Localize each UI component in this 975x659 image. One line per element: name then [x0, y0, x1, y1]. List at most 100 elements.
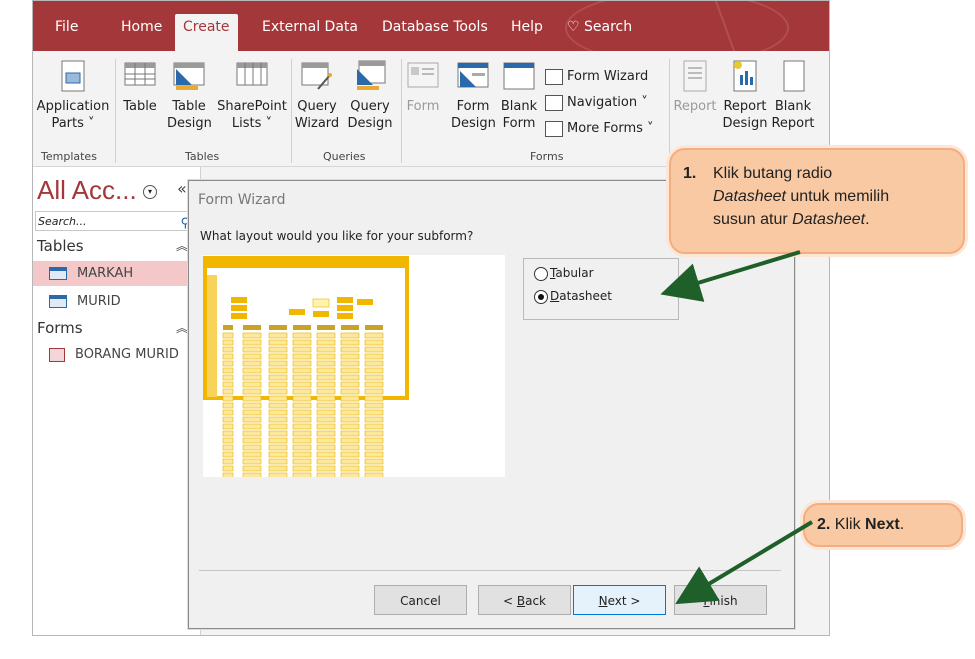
preview-cell	[268, 388, 288, 395]
form-design-icon	[457, 62, 489, 88]
preview-cell	[268, 423, 288, 430]
preview-cell	[292, 451, 312, 458]
query-design-button[interactable]: Query Design	[345, 59, 395, 132]
preview-cell	[292, 353, 312, 360]
table-icon	[49, 267, 67, 280]
table-button[interactable]: Table	[119, 59, 161, 115]
callout-2-bold: Next	[865, 516, 900, 533]
nav-group-forms-label: Forms	[37, 319, 83, 337]
tab-external-data[interactable]: External Data	[262, 14, 358, 51]
preview-cell	[242, 451, 262, 458]
radio-tabular-circle[interactable]	[534, 266, 548, 281]
application-parts-button[interactable]: Application Parts ˅	[35, 59, 111, 132]
preview-cell	[242, 402, 262, 409]
table-design-button[interactable]: Table Design	[167, 59, 212, 132]
callout-step-2: 2. Klik Next.	[803, 503, 963, 547]
navigation-label: Navigation ˅	[567, 95, 648, 110]
form-label: Form	[406, 99, 440, 114]
preview-cell	[316, 346, 336, 353]
callout-1-text: Klik butang radio Datasheet untuk memili…	[713, 162, 958, 231]
more-forms-button[interactable]: More Forms ˅	[545, 119, 654, 139]
layout-preview	[203, 255, 505, 479]
preview-cell	[340, 409, 360, 416]
preview-cell	[340, 458, 360, 465]
preview-cell	[268, 367, 288, 374]
preview-cell	[222, 465, 234, 472]
back-button[interactable]: < Back	[478, 585, 571, 615]
preview-cell	[340, 430, 360, 437]
preview-cell	[316, 339, 336, 346]
blank-report-button[interactable]: Blank Report	[771, 59, 815, 132]
finish-label: inish	[709, 594, 738, 608]
preview-cell	[268, 360, 288, 367]
group-queries-label: Queries	[323, 150, 366, 163]
more-forms-icon	[545, 120, 563, 137]
preview-cell	[292, 395, 312, 402]
nav-item-murid[interactable]: MURID	[33, 289, 199, 314]
preview-cell	[222, 458, 234, 465]
nav-item-markah[interactable]: MARKAH	[33, 261, 199, 286]
nav-pane-title[interactable]: All Acc...	[37, 175, 137, 206]
callout-2-text: 2. Klik Next.	[817, 513, 904, 536]
finish-button[interactable]: Finish	[674, 585, 767, 615]
radio-tabular[interactable]: Tabular	[534, 266, 594, 281]
preview-cell	[292, 437, 312, 444]
preview-cell	[222, 437, 234, 444]
preview-cell	[364, 437, 384, 444]
datasheet-label: atasheet	[559, 289, 612, 303]
group-separator	[115, 59, 116, 163]
preview-cell	[364, 395, 384, 402]
preview-cell	[292, 332, 312, 339]
preview-cell	[340, 360, 360, 367]
navigation-button[interactable]: Navigation ˅	[545, 93, 648, 113]
nav-group-tables[interactable]: Tables ︽	[37, 237, 192, 255]
preview-cell	[289, 309, 305, 315]
preview-cell	[340, 339, 360, 346]
sharepoint-lists-button[interactable]: SharePoint Lists ˅	[215, 59, 289, 132]
report-button[interactable]: Report	[673, 59, 717, 115]
preview-cell	[316, 465, 336, 472]
query-wizard-icon	[301, 62, 332, 90]
form-design-button[interactable]: Form Design	[451, 59, 496, 132]
nav-collapse-icon[interactable]: «	[177, 179, 187, 198]
preview-cell	[292, 430, 312, 437]
form-button[interactable]: Form	[405, 59, 441, 115]
nav-search-input[interactable]: Search... ⚲	[35, 211, 195, 231]
datasheet-mnemonic: D	[550, 289, 560, 303]
radio-datasheet-circle[interactable]	[534, 289, 548, 304]
nav-group-forms[interactable]: Forms ︽	[37, 319, 192, 337]
preview-cell	[340, 472, 360, 479]
preview-cell	[268, 444, 288, 451]
callout-2-post: .	[899, 516, 905, 533]
nav-item-borang-murid[interactable]: BORANG MURID	[33, 342, 199, 367]
preview-cell	[268, 381, 288, 388]
preview-cell	[268, 451, 288, 458]
next-button[interactable]: Next >	[573, 585, 666, 615]
nav-menu-dropdown-icon[interactable]: ▾	[143, 185, 157, 199]
preview-cell	[231, 305, 247, 311]
table-label: Table	[123, 99, 157, 114]
report-design-label-1: Report	[723, 99, 767, 114]
preview-cell	[292, 346, 312, 353]
preview-cell	[316, 374, 336, 381]
tab-create[interactable]: Create	[175, 14, 238, 51]
preview-cell	[231, 313, 247, 319]
cancel-button[interactable]: Cancel	[374, 585, 467, 615]
blank-form-button[interactable]: Blank Form	[497, 59, 541, 132]
callout-1-italic-1: Datasheet	[713, 188, 786, 205]
tab-home[interactable]: Home	[121, 14, 162, 51]
preview-cell	[242, 367, 262, 374]
form-wizard-button[interactable]: Form Wizard	[545, 67, 648, 87]
table-design-label-2: Design	[167, 116, 212, 131]
callout-step-1: 1. Klik butang radio Datasheet untuk mem…	[669, 148, 965, 254]
chevron-up-icon: ︽	[175, 239, 188, 253]
preview-cell	[222, 430, 234, 437]
preview-cell	[292, 339, 312, 346]
tab-database-tools[interactable]: Database Tools	[382, 14, 488, 51]
report-design-button[interactable]: Report Design	[721, 59, 769, 132]
radio-datasheet[interactable]: Datasheet	[534, 289, 612, 304]
tab-file[interactable]: File	[55, 14, 78, 51]
tab-search[interactable]: ♡ Search	[567, 14, 632, 51]
query-wizard-button[interactable]: Query Wizard	[291, 59, 343, 132]
tab-help[interactable]: Help	[511, 14, 543, 51]
